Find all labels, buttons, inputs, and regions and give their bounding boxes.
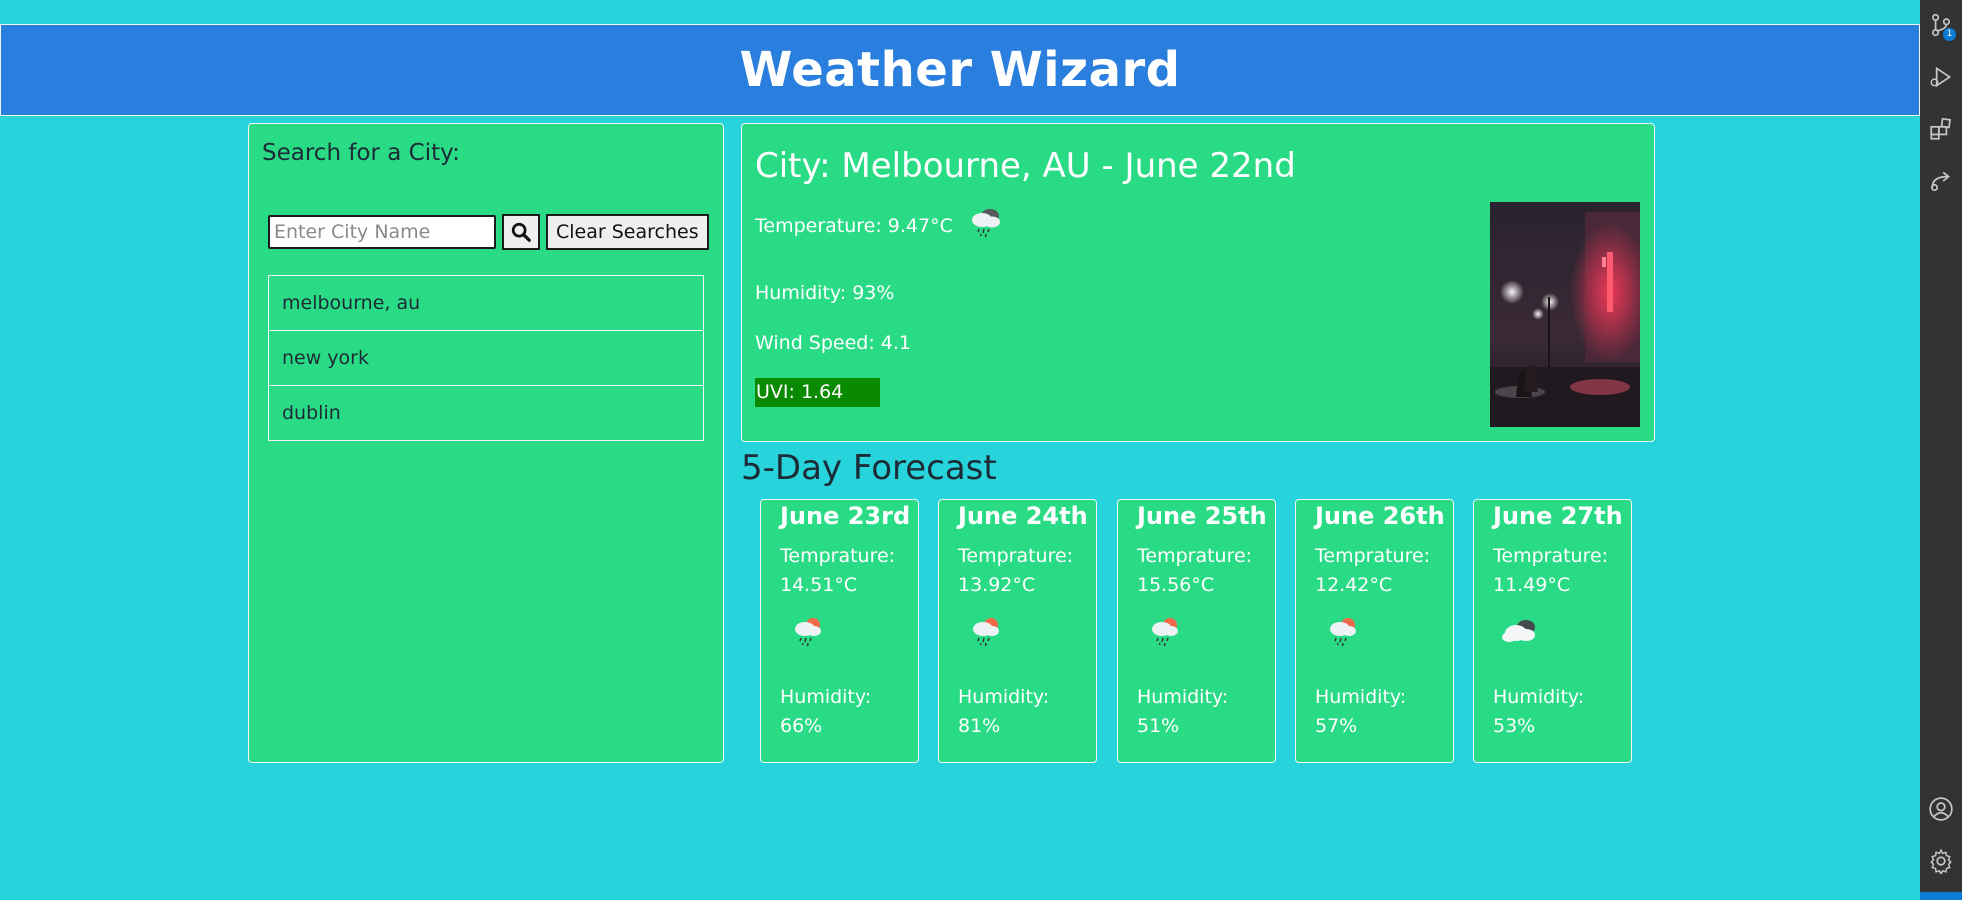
forecast-card: June 23rd Temprature: 14.51°C Humidity: … <box>760 499 919 763</box>
page: Weather Wizard Search for a City: Clear … <box>0 0 1962 900</box>
forecast-temp: 12.42°C <box>1315 574 1393 596</box>
forecast-card: June 27th Temprature: 11.49°C Humidity: … <box>1473 499 1632 763</box>
sun-rain-cloud-icon <box>1144 613 1184 649</box>
forecast-temp-label: Temprature: <box>1493 545 1609 567</box>
search-heading: Search for a City: <box>262 140 460 166</box>
forecast-humidity: 53% <box>1493 715 1536 737</box>
forecast-date: June 24th <box>958 502 1088 530</box>
forecast-temp: 14.51°C <box>780 574 858 596</box>
forecast-card: June 24th Temprature: 13.92°C Humidity: … <box>938 499 1097 763</box>
forecast-temp: 13.92°C <box>958 574 1036 596</box>
app-title: Weather Wizard <box>739 42 1181 98</box>
extensions-icon[interactable] <box>1928 116 1954 142</box>
forecast-humidity-label: Humidity: <box>958 686 1050 708</box>
current-weather-panel: City: Melbourne, AU - June 22nd Temperat… <box>741 123 1655 442</box>
history-item-new-york[interactable]: new york <box>268 330 704 386</box>
forecast-humidity-label: Humidity: <box>1137 686 1229 708</box>
forecast-temp-label: Temprature: <box>958 545 1074 567</box>
rain-cloud-icon <box>971 209 1000 238</box>
current-temperature-row: Temperature: 9.47°C <box>755 209 1005 240</box>
account-icon[interactable] <box>1928 796 1954 822</box>
forecast-temp: 15.56°C <box>1137 574 1215 596</box>
clear-searches-button[interactable]: Clear Searches <box>546 214 709 250</box>
sun-rain-cloud-icon <box>1322 613 1362 649</box>
forecast-humidity: 57% <box>1315 715 1358 737</box>
current-temperature: Temperature: 9.47°C <box>755 215 953 237</box>
forecast-humidity: 51% <box>1137 715 1180 737</box>
app-header: Weather Wizard <box>0 24 1920 116</box>
broken-clouds-icon <box>1500 613 1540 649</box>
forecast-card: June 26th Temprature: 12.42°C Humidity: … <box>1295 499 1454 763</box>
city-weather-photo <box>1490 202 1640 427</box>
forecast-humidity: 81% <box>958 715 1001 737</box>
status-bar-remote-indicator[interactable] <box>1920 892 1962 900</box>
forecast-humidity: 66% <box>780 715 823 737</box>
run-debug-icon[interactable] <box>1928 64 1954 90</box>
history-item-melbourne[interactable]: melbourne, au <box>268 275 704 331</box>
city-search-input[interactable] <box>268 215 496 249</box>
remote-icon[interactable] <box>1928 168 1954 194</box>
source-control-badge: 1 <box>1943 28 1956 41</box>
current-humidity: Humidity: 93% <box>755 282 895 304</box>
sun-rain-cloud-icon <box>787 613 827 649</box>
history-item-dublin[interactable]: dublin <box>268 385 704 441</box>
forecast-date: June 27th <box>1493 502 1623 530</box>
forecast-date: June 23rd <box>780 502 911 530</box>
search-row: Clear Searches <box>268 214 709 250</box>
forecast-temp-label: Temprature: <box>1137 545 1253 567</box>
forecast-date: June 26th <box>1315 502 1445 530</box>
forecast-humidity-label: Humidity: <box>1315 686 1407 708</box>
sun-rain-cloud-icon <box>965 613 1005 649</box>
search-icon <box>511 222 531 242</box>
search-panel: Search for a City: Clear Searches melbou… <box>248 123 724 763</box>
forecast-humidity-label: Humidity: <box>780 686 872 708</box>
forecast-temp: 11.49°C <box>1493 574 1571 596</box>
current-wind-speed: Wind Speed: 4.1 <box>755 332 912 354</box>
activity-bar: 1 <box>1920 0 1962 900</box>
search-button[interactable] <box>502 214 540 250</box>
forecast-date: June 25th <box>1137 502 1267 530</box>
settings-icon[interactable] <box>1928 848 1954 876</box>
uvi-badge: UVI: 1.64 <box>755 378 880 407</box>
forecast-temp-label: Temprature: <box>1315 545 1431 567</box>
forecast-humidity-label: Humidity: <box>1493 686 1585 708</box>
search-history-list: melbourne, au new york dublin <box>268 275 704 441</box>
current-city-title: City: Melbourne, AU - June 22nd <box>755 146 1296 186</box>
forecast-temp-label: Temprature: <box>780 545 896 567</box>
forecast-title: 5-Day Forecast <box>741 448 997 488</box>
forecast-card: June 25th Temprature: 15.56°C Humidity: … <box>1117 499 1276 763</box>
source-control-icon[interactable]: 1 <box>1928 12 1956 41</box>
